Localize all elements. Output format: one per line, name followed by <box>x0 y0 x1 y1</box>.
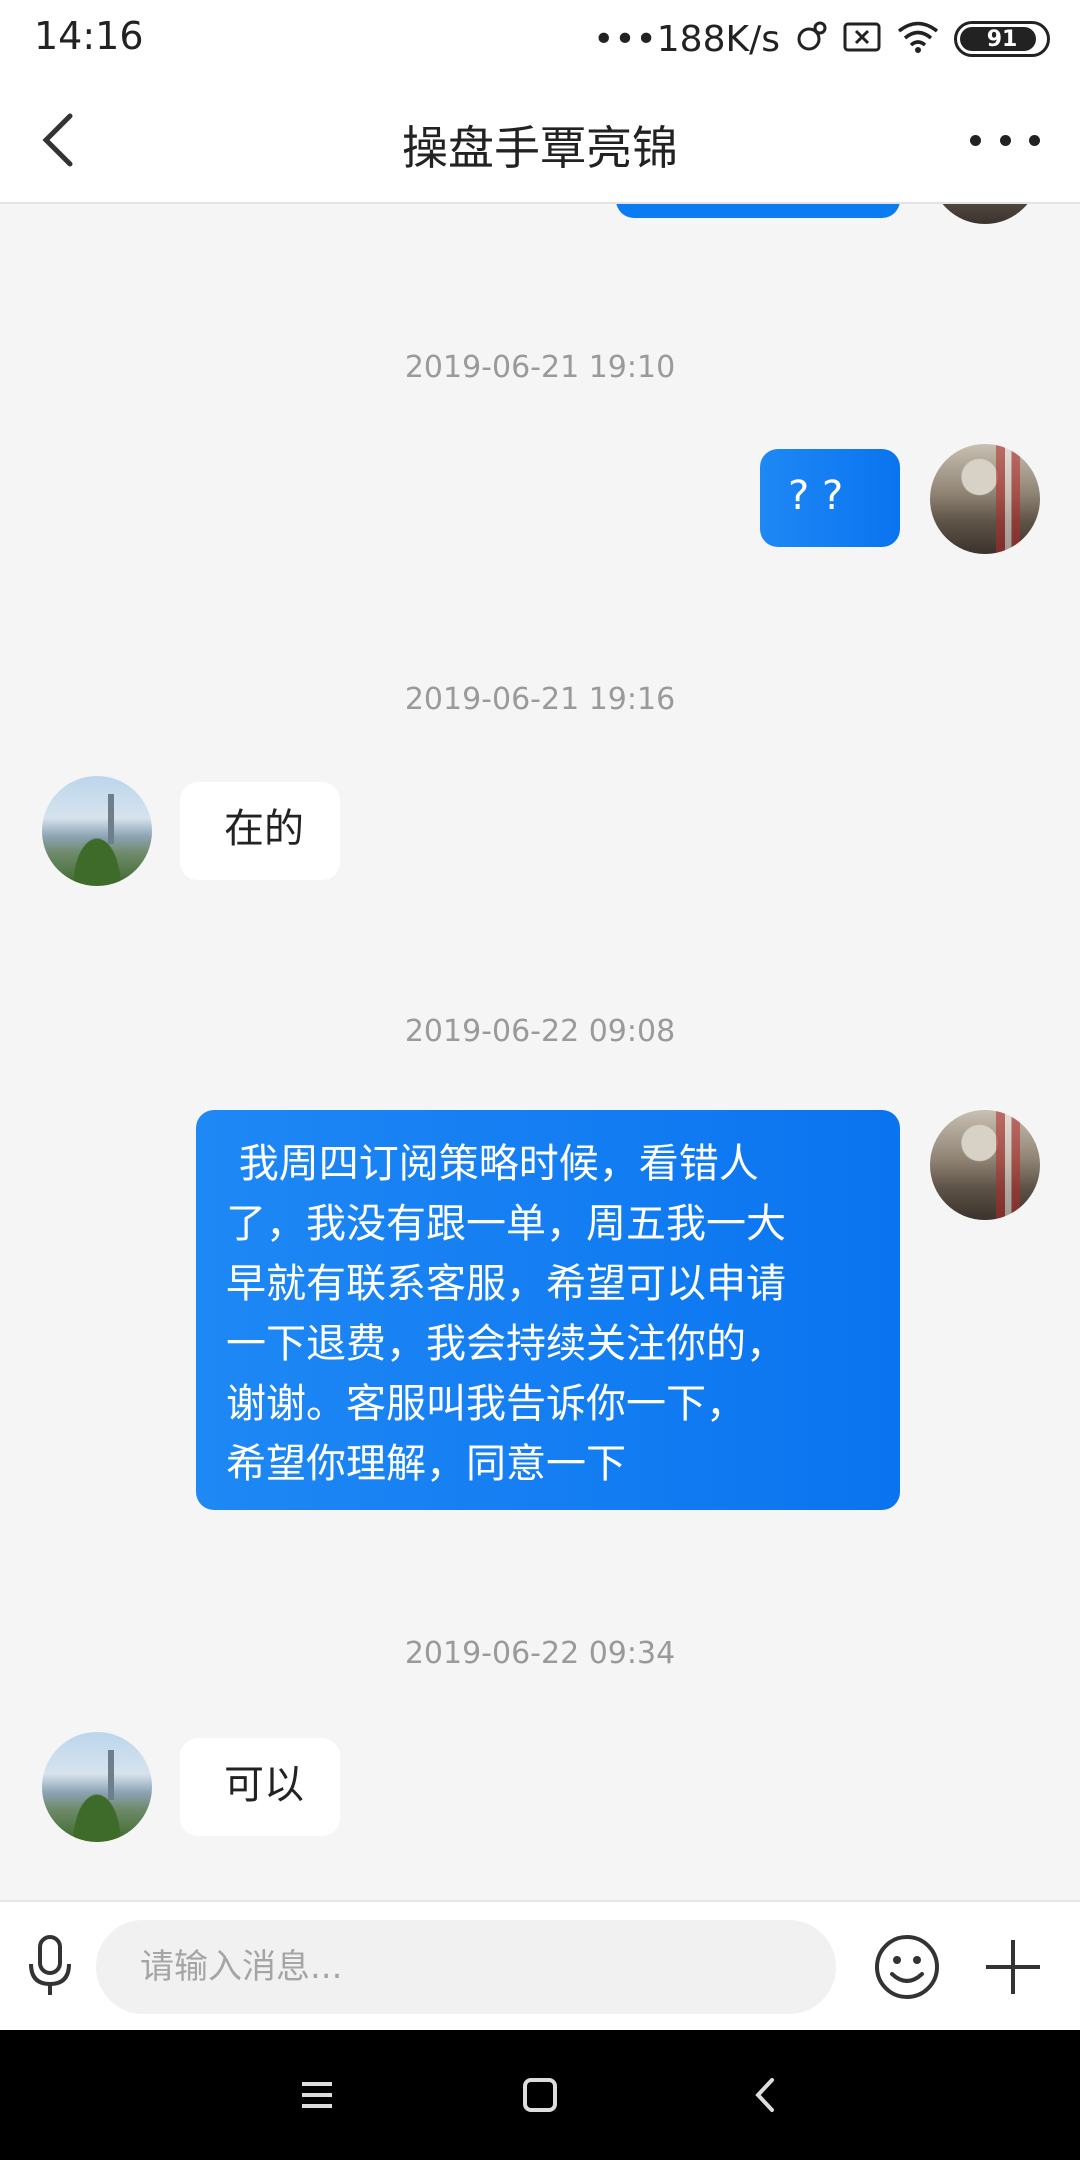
plus-icon <box>986 1940 1040 1994</box>
message-bubble-received[interactable]: 可以 <box>180 1738 340 1836</box>
emoji-button[interactable] <box>874 1934 940 2000</box>
message-list[interactable]: 2019-06-21 19:10 ? ? 2019-06-21 19:16 在的… <box>0 204 1080 1900</box>
status-bar: 14:16 •••188K/s 91 <box>0 0 1080 78</box>
network-speed: •••188K/s <box>593 18 780 60</box>
back-triangle-icon <box>755 2078 774 2112</box>
message-text: 可以 <box>224 1762 304 1808</box>
message-text-line: 一下退费，我会持续关注你的， <box>226 1321 786 1367</box>
system-navigation-bar <box>0 2030 1080 2160</box>
chat-header: 操盘手覃亮锦 <box>0 78 1080 204</box>
message-bubble-sent[interactable]: 我周四订阅策略时候，看错人 了，我没有跟一单，周五我一大 早就有联系客服，希望可… <box>196 1110 900 1510</box>
more-dots-icon <box>970 134 981 146</box>
battery-icon: 91 <box>954 21 1050 57</box>
more-button[interactable] <box>970 118 1040 162</box>
status-time: 14:16 <box>34 14 144 58</box>
emoji-icon <box>875 1935 939 1999</box>
my-avatar[interactable] <box>930 1110 1040 1220</box>
message-text-line: 早就有联系客服，希望可以申请 <box>226 1261 786 1307</box>
message-text: 在的 <box>224 806 304 852</box>
more-actions-button[interactable] <box>982 1936 1044 1998</box>
status-indicators: •••188K/s 91 <box>593 14 1050 64</box>
recent-apps-button[interactable] <box>292 2070 342 2120</box>
no-sim-icon <box>842 21 882 57</box>
system-back-button[interactable] <box>742 2070 792 2120</box>
message-timestamp: 2019-06-21 19:16 <box>404 682 676 717</box>
input-bar <box>0 1900 1080 2030</box>
message-text-line: 我周四订阅策略时候，看错人 <box>226 1141 759 1187</box>
chat-title: 操盘手覃亮锦 <box>402 121 678 175</box>
message-text: ? ? <box>788 473 844 519</box>
message-timestamp: 2019-06-21 19:10 <box>404 350 676 385</box>
my-avatar[interactable] <box>930 444 1040 554</box>
previous-message-bubble[interactable] <box>616 204 900 218</box>
previous-avatar[interactable] <box>930 204 1040 224</box>
battery-level: 91 <box>986 26 1018 52</box>
home-button[interactable] <box>515 2070 565 2120</box>
message-input[interactable] <box>96 1920 836 2014</box>
wifi-icon <box>896 20 940 58</box>
message-text-line: 了，我没有跟一单，周五我一大 <box>226 1201 786 1247</box>
microphone-icon <box>29 1935 71 1995</box>
contact-avatar[interactable] <box>42 776 152 886</box>
menu-icon <box>302 2082 332 2108</box>
message-text-line: 谢谢。客服叫我告诉你一下， <box>226 1381 746 1427</box>
home-square-icon <box>523 2078 557 2112</box>
message-bubble-sent[interactable]: ? ? <box>760 449 900 547</box>
rotation-lock-icon <box>794 20 828 58</box>
contact-avatar[interactable] <box>42 1732 152 1842</box>
message-timestamp: 2019-06-22 09:34 <box>404 1636 676 1671</box>
message-timestamp: 2019-06-22 09:08 <box>404 1014 676 1049</box>
voice-button[interactable] <box>24 1934 76 1998</box>
message-bubble-received[interactable]: 在的 <box>180 782 340 880</box>
message-text-line: 希望你理解，同意一下 <box>226 1441 626 1487</box>
